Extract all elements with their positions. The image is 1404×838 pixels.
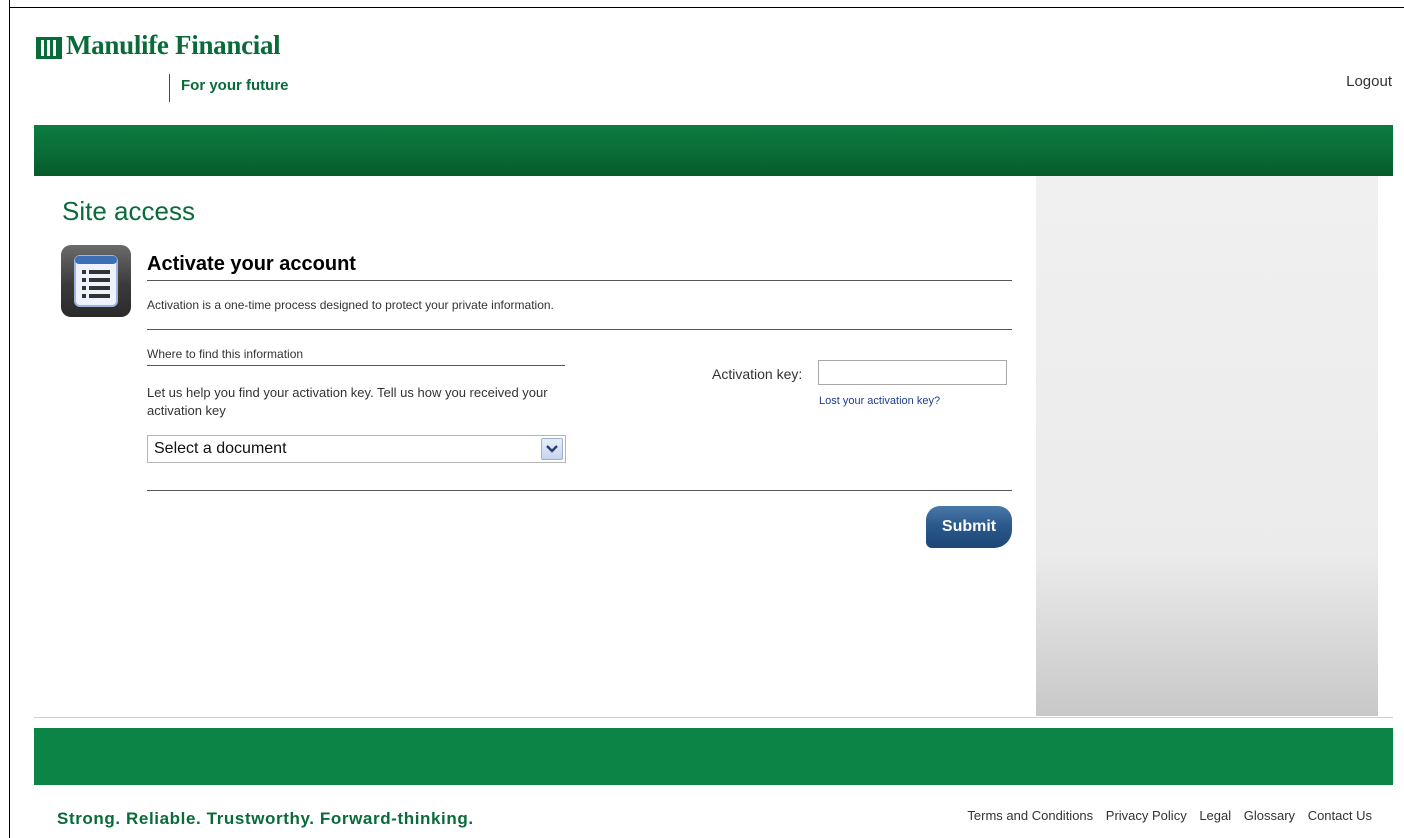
footer-link-contact[interactable]: Contact Us — [1308, 808, 1372, 823]
logo-divider — [169, 74, 170, 102]
document-list-icon — [61, 245, 131, 317]
document-select[interactable]: Select a document — [147, 435, 566, 463]
window-frame-top — [9, 7, 1404, 8]
window-frame-left — [9, 0, 10, 838]
form-divider — [147, 490, 1012, 491]
top-nav-bar — [34, 125, 1393, 176]
section-description: Activation is a one-time process designe… — [147, 298, 554, 312]
where-to-find-title: Where to find this information — [147, 347, 304, 361]
description-divider — [147, 329, 1012, 330]
manulife-logo-mark-icon — [36, 37, 62, 59]
section-heading: Activate your account — [147, 253, 356, 275]
footer-link-terms[interactable]: Terms and Conditions — [967, 808, 1093, 823]
footer-tagline: Strong. Reliable. Trustworthy. Forward-t… — [57, 809, 474, 828]
brand-tagline: For your future — [181, 77, 289, 94]
side-panel — [1036, 176, 1378, 716]
document-select-value: Select a document — [154, 440, 287, 457]
activation-key-label: Activation key: — [712, 366, 803, 382]
footer-link-privacy[interactable]: Privacy Policy — [1106, 808, 1187, 823]
submit-button[interactable]: Submit — [926, 506, 1012, 548]
where-to-find-divider — [147, 365, 565, 366]
help-text: Let us help you find your activation key… — [147, 385, 548, 418]
brand-name: Manulife Financial — [66, 30, 281, 60]
footer-link-glossary[interactable]: Glossary — [1244, 808, 1295, 823]
lost-activation-key-link[interactable]: Lost your activation key? — [819, 395, 940, 407]
heading-divider — [147, 280, 1012, 281]
page-title: Site access — [62, 196, 195, 226]
logout-link[interactable]: Logout — [1346, 73, 1392, 90]
activation-key-input[interactable] — [818, 360, 1007, 385]
brand-logo[interactable]: Manulife Financial For your future — [34, 30, 314, 104]
footer-link-legal[interactable]: Legal — [1199, 808, 1231, 823]
footer-links: Terms and Conditions Privacy Policy Lega… — [958, 808, 1372, 823]
footer-divider — [34, 717, 1393, 718]
chevron-down-icon[interactable] — [541, 438, 563, 460]
footer-bar — [34, 728, 1393, 785]
